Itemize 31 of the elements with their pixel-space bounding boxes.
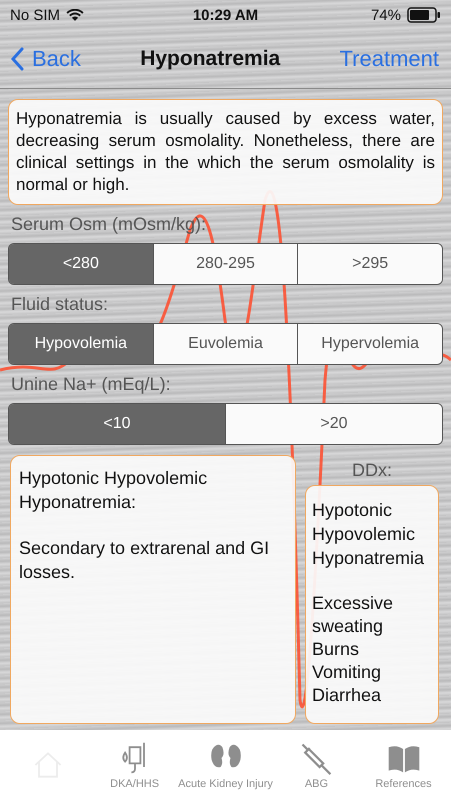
- segment-option[interactable]: Hypovolemia: [9, 324, 153, 364]
- segment-option[interactable]: Hypervolemia: [297, 324, 442, 364]
- ddx-cause: Diarrhea: [312, 684, 382, 707]
- segment-option[interactable]: 280-295: [152, 244, 298, 284]
- battery-icon: [407, 7, 441, 23]
- result-title: Hypotonic Hypovolemic Hyponatremia:: [19, 467, 208, 514]
- treatment-button[interactable]: Treatment: [340, 46, 439, 72]
- ddx-cause: Vomiting: [312, 661, 382, 684]
- segment-option[interactable]: <280: [9, 244, 153, 284]
- tab-bar-item[interactable]: DKA/HHS: [91, 730, 178, 800]
- wifi-icon: [66, 8, 84, 22]
- segment-option[interactable]: <10: [9, 404, 225, 444]
- tab-bar-item[interactable]: ABG: [272, 730, 360, 800]
- chevron-left-icon: [10, 47, 24, 71]
- ddx-label: DDx:: [352, 458, 392, 482]
- ddx-diagnosis: Hypotonic Hypovolemic Hyponatremia: [312, 499, 426, 570]
- battery-percent: 74%: [370, 6, 401, 24]
- clock-text: 10:29 AM: [192, 6, 258, 24]
- intro-text: Hyponatremia is usually caused by excess water, decreasing serum osmolality. Nonetheless, there are clinical settings in the which the serum osmolality is normal or high.: [8, 99, 443, 205]
- ddx-cause: Burns: [312, 638, 360, 661]
- selector-label: Fluid status:: [11, 294, 110, 315]
- screen-title: Hyponatremia: [140, 47, 280, 71]
- segment-option[interactable]: >295: [297, 244, 442, 284]
- ddx-cause: Excessive sweating: [312, 592, 394, 638]
- tab-bar-item[interactable]: Acute Kidney Injury: [178, 730, 273, 800]
- segment-option[interactable]: Euvolemia: [152, 324, 298, 364]
- result-text: Secondary to extrarenal and GI losses.: [19, 537, 270, 584]
- tab-bar-item[interactable]: References: [360, 730, 448, 800]
- selector-label: Unine Na+ (mEq/L):: [11, 374, 172, 395]
- segment-option[interactable]: >20: [225, 404, 442, 444]
- carrier-text: No SIM: [10, 6, 60, 24]
